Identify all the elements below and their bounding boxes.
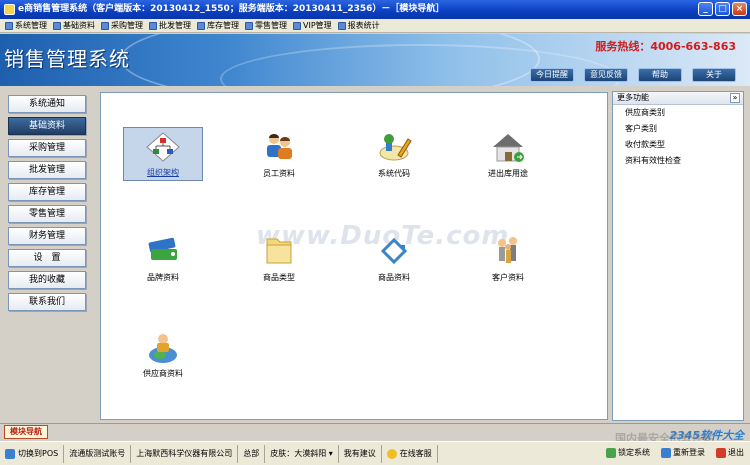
exit-button[interactable]: 退出: [712, 445, 748, 461]
status-account: 流通版测试账号: [64, 444, 132, 463]
tile-label: 组织架构: [147, 168, 179, 177]
tab-module-nav[interactable]: 模块导航: [4, 425, 48, 439]
service-hotline: 服务热线：4006-663-863: [595, 40, 736, 53]
module-panel: www.DuoTe.com 组织架构 员工资料 系统代码 进出库用途 品牌资料 …: [100, 92, 608, 420]
tile-employees[interactable]: 员工资料: [239, 127, 319, 181]
more-item-supplier-category[interactable]: 供应商类别: [613, 105, 743, 121]
online-service-button[interactable]: 在线客服: [382, 444, 438, 463]
nav-contact-us[interactable]: 联系我们: [8, 293, 86, 311]
menu-basic-data[interactable]: 基础资料: [50, 20, 98, 31]
help-button[interactable]: 帮助: [638, 68, 682, 82]
menu-reports[interactable]: 报表统计: [335, 20, 383, 31]
customers-icon: [491, 235, 525, 270]
lock-system-button[interactable]: 锁定系统: [602, 445, 654, 461]
nav-favorites[interactable]: 我的收藏: [8, 271, 86, 289]
nav-settings[interactable]: 设 置: [8, 249, 86, 267]
app-icon: [4, 4, 15, 15]
tile-system-codes[interactable]: 系统代码: [354, 127, 434, 181]
minimize-button[interactable]: _: [698, 2, 713, 16]
nav-purchase[interactable]: 采购管理: [8, 139, 86, 157]
folder-icon: [262, 235, 296, 268]
collapse-toggle-icon[interactable]: »: [730, 93, 740, 103]
more-item-customer-category[interactable]: 客户类别: [613, 121, 743, 137]
today-reminder-button[interactable]: 今日提醒: [530, 68, 574, 82]
employees-icon: [262, 131, 296, 164]
window-controls: _ □ ×: [698, 2, 747, 16]
status-actions: 锁定系统 重新登录 退出: [602, 445, 748, 461]
title-bar: e商销售管理系统（客户端版本：20130412_1550；服务端版本：20130…: [0, 0, 750, 19]
banner: 销售管理系统 服务热线：4006-663-863 今日提醒 意见反馈 帮助 关于: [0, 34, 750, 86]
more-functions-panel: 更多功能 » 供应商类别 客户类别 收付款类型 资料有效性检查: [612, 91, 744, 421]
lock-icon: [606, 448, 616, 458]
nav-retail[interactable]: 零售管理: [8, 205, 86, 223]
tile-suppliers[interactable]: 供应商资料: [123, 327, 203, 381]
menu-icon: [245, 21, 253, 30]
menu-icon: [53, 21, 61, 30]
status-bar: 切换到POS 流通版测试账号 上海默西科学仪器有限公司 总部 皮肤：大漠斜阳 ▾…: [0, 441, 750, 465]
menu-icon: [101, 21, 109, 30]
brand-tags-icon: [145, 235, 181, 268]
tile-label: 品牌资料: [147, 273, 179, 282]
tile-label: 员工资料: [263, 169, 295, 178]
skin-selector[interactable]: 皮肤：大漠斜阳 ▾: [265, 444, 339, 463]
menu-purchase[interactable]: 采购管理: [98, 20, 146, 31]
more-functions-header: 更多功能 »: [613, 92, 743, 105]
exit-icon: [716, 448, 726, 458]
menu-vip[interactable]: VIP管理: [290, 20, 335, 31]
maximize-button[interactable]: □: [715, 2, 730, 16]
app-title: 销售管理系统: [4, 47, 130, 71]
pos-icon: [5, 448, 15, 459]
menu-bar: 系统管理 基础资料 采购管理 批发管理 库存管理 零售管理 VIP管理 报表统计: [0, 19, 750, 33]
nav-system-notice[interactable]: 系统通知: [8, 95, 86, 113]
menu-wholesale[interactable]: 批发管理: [146, 20, 194, 31]
tile-label: 进出库用途: [488, 169, 528, 178]
suggestion-link[interactable]: 我有建议: [339, 444, 382, 463]
tile-org-structure[interactable]: 组织架构: [123, 127, 203, 181]
menu-icon: [293, 21, 301, 30]
nav-finance[interactable]: 财务管理: [8, 227, 86, 245]
status-branch: 总部: [238, 444, 266, 463]
tile-customers[interactable]: 客户资料: [468, 231, 548, 285]
about-button[interactable]: 关于: [692, 68, 736, 82]
nav-wholesale[interactable]: 批发管理: [8, 161, 86, 179]
tile-product-types[interactable]: 商品类型: [239, 231, 319, 285]
more-functions-title: 更多功能: [617, 93, 649, 102]
tile-io-purpose[interactable]: 进出库用途: [468, 127, 548, 181]
relogin-icon: [661, 448, 671, 458]
close-button[interactable]: ×: [732, 2, 747, 16]
nav-basic-data[interactable]: 基础资料: [8, 117, 86, 135]
tile-label: 系统代码: [378, 169, 410, 178]
menu-system[interactable]: 系统管理: [2, 20, 50, 31]
warehouse-icon: [490, 131, 526, 168]
menu-retail[interactable]: 零售管理: [242, 20, 290, 31]
menu-icon: [197, 21, 205, 30]
menu-inventory[interactable]: 库存管理: [194, 20, 242, 31]
switch-to-pos-button[interactable]: 切换到POS: [0, 444, 65, 463]
chat-icon: [386, 448, 397, 459]
tile-brands[interactable]: 品牌资料: [123, 231, 203, 285]
relogin-button[interactable]: 重新登录: [657, 445, 709, 461]
top-buttons: 今日提醒 意见反馈 帮助 关于: [530, 68, 736, 82]
tile-label: 客户资料: [492, 273, 524, 282]
menu-icon: [337, 21, 346, 30]
tile-label: 供应商资料: [143, 369, 183, 378]
product-icon: [377, 235, 411, 268]
tile-label: 商品资料: [378, 273, 410, 282]
supplier-globe-icon: [145, 331, 181, 368]
more-item-data-validity-check[interactable]: 资料有效性检查: [613, 153, 743, 169]
nav-inventory[interactable]: 库存管理: [8, 183, 86, 201]
feedback-button[interactable]: 意见反馈: [584, 68, 628, 82]
menu-icon: [149, 21, 157, 30]
tile-label: 商品类型: [263, 273, 295, 282]
menu-icon: [5, 21, 13, 30]
left-nav: 系统通知 基础资料 采购管理 批发管理 库存管理 零售管理 财务管理 设 置 我…: [8, 95, 88, 315]
org-chart-icon: [146, 132, 180, 165]
status-company: 上海默西科学仪器有限公司: [131, 444, 239, 463]
code-pencil-icon: [376, 131, 412, 166]
more-item-payment-type[interactable]: 收付款类型: [613, 137, 743, 153]
window-title: e商销售管理系统（客户端版本：20130412_1550；服务端版本：20130…: [18, 4, 445, 14]
tile-products[interactable]: 商品资料: [354, 231, 434, 285]
